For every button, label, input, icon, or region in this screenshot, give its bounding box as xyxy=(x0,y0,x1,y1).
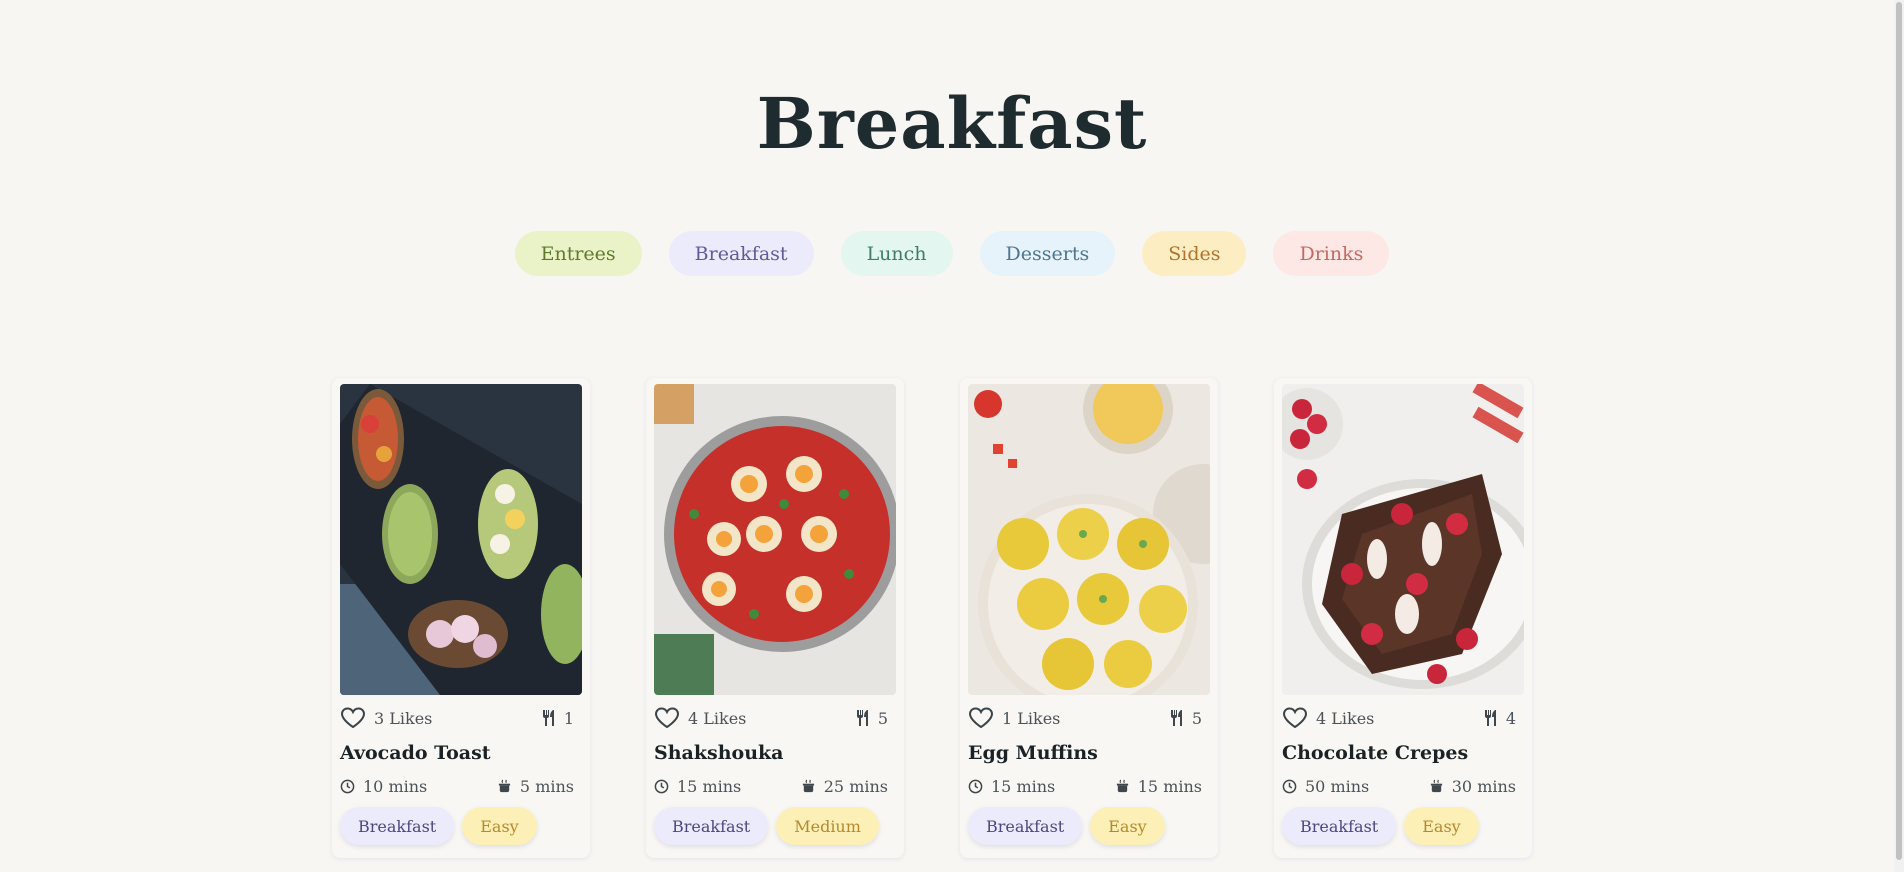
recipe-image-avocado-toast[interactable] xyxy=(340,384,582,695)
cooking-pot-icon xyxy=(1429,779,1444,794)
recipe-card[interactable]: 1 Likes 5 Egg Muffins 15 mins 15 mins Br… xyxy=(960,378,1218,858)
category-chip-lunch[interactable]: Lunch xyxy=(840,231,953,276)
recipe-image-shakshouka[interactable] xyxy=(654,384,896,695)
servings-count: 4 xyxy=(1505,708,1516,728)
recipe-meta-row: 1 Likes 5 xyxy=(968,706,1210,730)
prep-time: 10 mins xyxy=(363,776,428,796)
recipe-time-row: 10 mins 5 mins xyxy=(340,776,582,796)
likes-count: 3 Likes xyxy=(374,708,433,728)
recipe-title[interactable]: Shakshouka xyxy=(654,742,896,764)
cooking-pot-icon xyxy=(1115,779,1130,794)
clock-icon xyxy=(1282,779,1297,794)
category-tag[interactable]: Breakfast xyxy=(654,807,769,845)
cook-time: 30 mins xyxy=(1451,776,1516,796)
difficulty-tag[interactable]: Easy xyxy=(1404,807,1479,845)
cook-time: 5 mins xyxy=(519,776,574,796)
servings-count: 5 xyxy=(1191,708,1202,728)
category-tag[interactable]: Breakfast xyxy=(968,807,1083,845)
page-scrollbar[interactable] xyxy=(1894,0,1904,872)
likes-count: 1 Likes xyxy=(1002,708,1061,728)
difficulty-tag[interactable]: Easy xyxy=(1090,807,1165,845)
servings-count: 1 xyxy=(563,708,574,728)
utensils-icon xyxy=(1484,710,1498,726)
likes-count: 4 Likes xyxy=(688,708,747,728)
recipe-image-chocolate-crepes[interactable] xyxy=(1282,384,1524,695)
recipe-tags: Breakfast Easy xyxy=(1282,807,1524,845)
difficulty-tag[interactable]: Easy xyxy=(462,807,537,845)
cook-time: 25 mins xyxy=(823,776,888,796)
heart-icon[interactable] xyxy=(340,707,366,729)
category-chip-breakfast[interactable]: Breakfast xyxy=(668,231,814,276)
scrollbar-thumb[interactable] xyxy=(1896,2,1902,860)
cook-time: 15 mins xyxy=(1137,776,1202,796)
prep-time: 15 mins xyxy=(677,776,742,796)
recipe-meta-row: 3 Likes 1 xyxy=(340,706,582,730)
utensils-icon xyxy=(542,710,556,726)
recipe-title[interactable]: Chocolate Crepes xyxy=(1282,742,1524,764)
recipe-card[interactable]: 3 Likes 1 Avocado Toast 10 mins 5 mins B… xyxy=(332,378,590,858)
recipe-card[interactable]: 4 Likes 5 Shakshouka 15 mins 25 mins Bre… xyxy=(646,378,904,858)
recipe-tags: Breakfast Easy xyxy=(340,807,582,845)
utensils-icon xyxy=(1170,710,1184,726)
recipe-meta-row: 4 Likes 4 xyxy=(1282,706,1524,730)
category-tag[interactable]: Breakfast xyxy=(1282,807,1397,845)
clock-icon xyxy=(654,779,669,794)
category-nav: Entrees Breakfast Lunch Desserts Sides D… xyxy=(0,231,1904,276)
category-tag[interactable]: Breakfast xyxy=(340,807,455,845)
likes-count: 4 Likes xyxy=(1316,708,1375,728)
category-chip-desserts[interactable]: Desserts xyxy=(979,231,1116,276)
recipe-meta-row: 4 Likes 5 xyxy=(654,706,896,730)
recipe-tags: Breakfast Medium xyxy=(654,807,896,845)
recipe-time-row: 15 mins 15 mins xyxy=(968,776,1210,796)
recipe-card[interactable]: 4 Likes 4 Chocolate Crepes 50 mins 30 mi… xyxy=(1274,378,1532,858)
recipe-tags: Breakfast Easy xyxy=(968,807,1210,845)
cooking-pot-icon xyxy=(497,779,512,794)
clock-icon xyxy=(968,779,983,794)
utensils-icon xyxy=(856,710,870,726)
prep-time: 50 mins xyxy=(1305,776,1370,796)
recipe-title[interactable]: Egg Muffins xyxy=(968,742,1210,764)
recipe-time-row: 15 mins 25 mins xyxy=(654,776,896,796)
recipe-image-egg-muffins[interactable] xyxy=(968,384,1210,695)
clock-icon xyxy=(340,779,355,794)
prep-time: 15 mins xyxy=(991,776,1056,796)
cooking-pot-icon xyxy=(801,779,816,794)
category-chip-drinks[interactable]: Drinks xyxy=(1273,231,1390,276)
recipe-time-row: 50 mins 30 mins xyxy=(1282,776,1524,796)
category-chip-entrees[interactable]: Entrees xyxy=(514,231,642,276)
page-title: Breakfast xyxy=(756,82,1148,165)
category-chip-sides[interactable]: Sides xyxy=(1142,231,1247,276)
recipe-card-grid: 3 Likes 1 Avocado Toast 10 mins 5 mins B… xyxy=(332,378,1532,858)
heart-icon[interactable] xyxy=(968,707,994,729)
heart-icon[interactable] xyxy=(1282,707,1308,729)
servings-count: 5 xyxy=(877,708,888,728)
recipe-title[interactable]: Avocado Toast xyxy=(340,742,582,764)
difficulty-tag[interactable]: Medium xyxy=(776,807,879,845)
heart-icon[interactable] xyxy=(654,707,680,729)
